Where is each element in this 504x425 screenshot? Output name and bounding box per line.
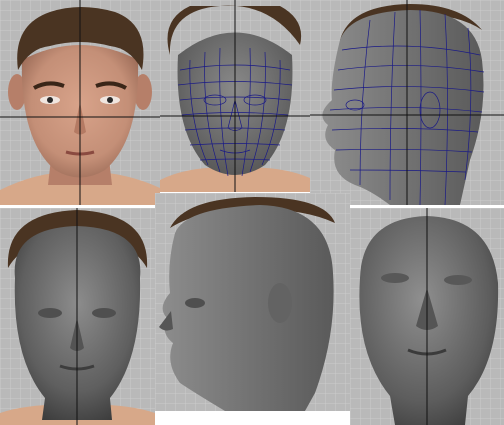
front-smooth-viewport[interactable] [0,208,155,425]
side-head-smooth [162,205,334,411]
side-smooth-canvas [155,193,350,411]
side-wireframe-canvas [310,0,504,205]
bottom-divider [155,411,350,425]
perspective-smooth-canvas [350,208,504,425]
model-reference-sheet [0,0,504,425]
front-photo-canvas [0,0,160,205]
front-wireframe-viewport[interactable] [160,0,310,192]
front-photo-viewport[interactable] [0,0,160,205]
front-wireframe-canvas [160,0,310,192]
front-smooth-canvas [0,208,155,425]
side-smooth-viewport[interactable] [155,193,350,411]
side-wireframe-viewport[interactable] [310,0,504,205]
perspective-smooth-viewport[interactable] [350,208,504,425]
